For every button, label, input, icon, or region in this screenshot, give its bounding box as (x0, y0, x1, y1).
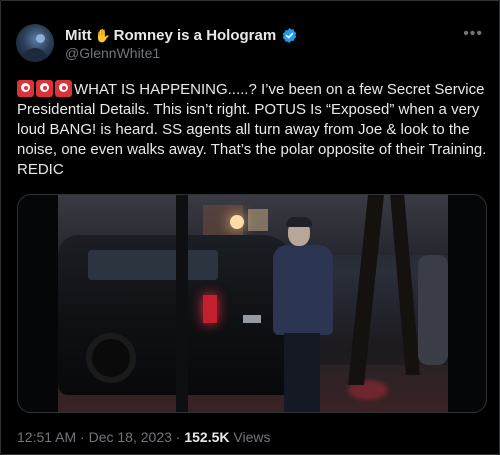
author-name-row[interactable]: Mitt ✋ Romney is a Hologram (65, 27, 298, 44)
meta-separator: · (175, 429, 181, 445)
suv-window (88, 250, 218, 280)
man-cap (286, 217, 312, 227)
display-name-part2[interactable]: Romney is a Hologram (114, 27, 277, 44)
author-handle[interactable]: @GlennWhite1 (65, 45, 160, 61)
suv-taillight (203, 295, 217, 323)
street-pole (176, 195, 188, 412)
meta-separator: · (80, 429, 85, 445)
views-count[interactable]: 152.5K (184, 429, 229, 445)
tweet-text: WHAT IS HAPPENING.....? I’ve been on a f… (17, 80, 489, 180)
tweet-time[interactable]: 12:51 AM (17, 429, 76, 445)
tweet-meta: 12:51 AM · Dec 18, 2023 · 152.5K Views (17, 429, 271, 445)
lit-window (248, 209, 268, 231)
avatar-figure (22, 48, 48, 62)
tweet-text-body: WHAT IS HAPPENING.....? I’ve been on a f… (17, 81, 487, 178)
more-options-icon[interactable]: ••• (463, 25, 483, 43)
police-light-icon (55, 80, 72, 97)
license-plate (243, 315, 261, 323)
police-light-icon (17, 80, 34, 97)
man-jacket (273, 245, 333, 335)
video-frame (58, 195, 448, 412)
suv-wheel (86, 333, 136, 383)
display-name-part1[interactable]: Mitt (65, 27, 92, 44)
background-person (418, 255, 448, 365)
verified-badge-icon (283, 28, 297, 43)
tweet-card: Mitt ✋ Romney is a Hologram @GlennWhite1… (0, 0, 500, 455)
tweet-date[interactable]: Dec 18, 2023 (89, 429, 172, 445)
tweet-video[interactable] (17, 194, 487, 413)
avatar[interactable] (16, 24, 54, 62)
waving-hand-icon: ✋ (94, 27, 111, 43)
avatar-highlight (36, 34, 45, 43)
views-label: Views (233, 429, 271, 445)
police-light-icon (36, 80, 53, 97)
man-legs (284, 333, 320, 412)
street-lamp (230, 215, 244, 229)
